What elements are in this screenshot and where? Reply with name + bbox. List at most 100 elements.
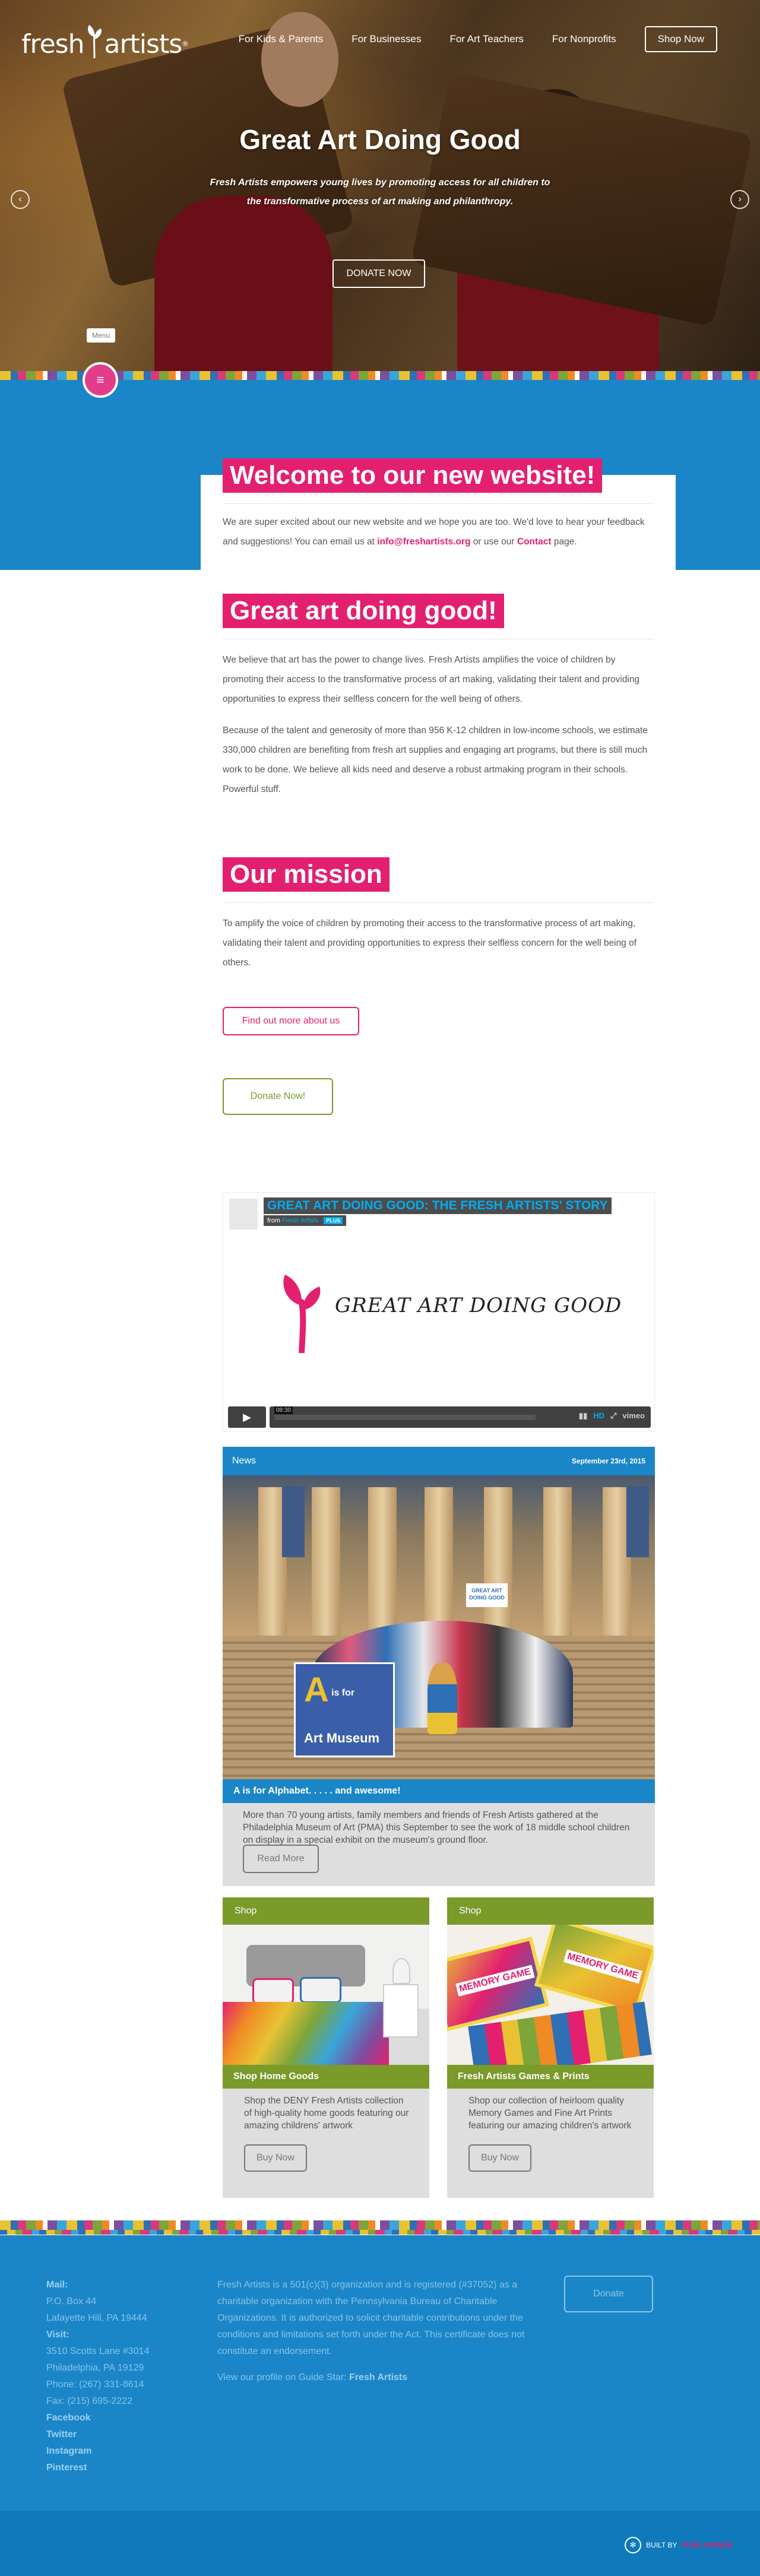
mission-section: Our mission To amplify the voice of chil… — [223, 857, 654, 972]
news-card: News September 23rd, 2015 GREAT ART DOIN… — [223, 1447, 655, 1886]
poster-art-museum: Art Museum — [304, 1731, 380, 1745]
mail-label: Mail: — [46, 2280, 68, 2290]
color-stripe-footer — [0, 2220, 760, 2230]
pillow — [252, 1978, 294, 2004]
video-duration: 08:30 — [274, 1406, 293, 1414]
find-out-more-button[interactable]: Find out more about us — [223, 1007, 359, 1035]
menu-hamburger-icon[interactable]: ≡ — [83, 362, 118, 398]
facebook-link[interactable]: Facebook — [46, 2410, 149, 2426]
menu-tooltip: Menu — [87, 328, 115, 343]
video-progress-bar[interactable]: 08:30 ▮▮ HD ⤢ vimeo — [270, 1406, 651, 1428]
video-player[interactable]: GREAT ART DOING GOOD: THE FRESH ARTISTS'… — [223, 1192, 655, 1432]
shop-card-caption[interactable]: Shop Home Goods — [223, 2065, 429, 2089]
fullscreen-icon[interactable]: ⤢ — [610, 1411, 616, 1421]
built-by-label: BUILT BY — [646, 2541, 677, 2549]
shop-card-text: Shop our collection of heirloom quality … — [468, 2096, 632, 2131]
visit-line-2: Philadelphia, PA 19129 — [46, 2363, 144, 2373]
footer-about: Fresh Artists is a 501(c)(3) organizatio… — [217, 2277, 550, 2386]
twitter-link[interactable]: Twitter — [46, 2426, 149, 2443]
nav-art-teachers[interactable]: For Art Teachers — [449, 33, 523, 45]
welcome-section: Welcome to our new website! We are super… — [223, 458, 654, 552]
site-logo[interactable]: fresh artists ® — [21, 23, 189, 65]
games-prints-photo[interactable]: MEMORY GAME MEMORY GAME — [447, 1925, 654, 2065]
news-photo[interactable]: GREAT ART DOING GOOD A is for Art Museum — [223, 1475, 655, 1779]
mail-line-1: P.O. Box 44 — [46, 2296, 97, 2306]
buy-now-button[interactable]: Buy Now — [468, 2144, 531, 2172]
museum-column — [543, 1487, 572, 1642]
news-label: News — [232, 1456, 256, 1466]
great-art-section: Great art doing good! We believe that ar… — [223, 594, 654, 799]
slider-prev-icon[interactable]: ‹ — [11, 190, 30, 209]
video-plus-badge: PLUS — [324, 1217, 343, 1224]
lamp — [392, 1958, 410, 1984]
builder-logo-icon: ✻ — [625, 2537, 642, 2553]
video-channel-avatar[interactable] — [228, 1197, 259, 1231]
video-play-icon[interactable]: ▶ — [228, 1406, 266, 1428]
built-by-credit[interactable]: ✻ BUILT BY PUNA AVENUE — [625, 2537, 733, 2553]
news-card-header: News September 23rd, 2015 — [223, 1447, 655, 1475]
hero-donate-button[interactable]: DONATE NOW — [332, 259, 425, 288]
pinterest-link[interactable]: Pinterest — [46, 2460, 149, 2476]
email-link[interactable]: info@freshartists.org — [377, 537, 470, 547]
builder-name[interactable]: PUNA AVENUE — [682, 2541, 733, 2549]
pillow — [300, 1977, 341, 2003]
footer-donate-button[interactable]: Donate — [564, 2276, 653, 2312]
guidestar-link[interactable]: Fresh Artists — [349, 2372, 407, 2382]
welcome-text-middle: or use our — [470, 537, 517, 547]
video-user-link[interactable]: Fresh Artists — [282, 1217, 318, 1224]
shop-now-button[interactable]: Shop Now — [644, 26, 717, 52]
hero-subtitle: Fresh Artists empowers young lives by pr… — [210, 178, 550, 207]
vimeo-logo[interactable]: vimeo — [622, 1411, 645, 1421]
memory-game-label: MEMORY GAME — [563, 1949, 642, 1984]
shop-card-caption[interactable]: Fresh Artists Games & Prints — [447, 2065, 654, 2089]
nav-kids-parents[interactable]: For Kids & Parents — [239, 33, 324, 45]
buy-now-button[interactable]: Buy Now — [244, 2144, 307, 2172]
art-duvet — [223, 2002, 389, 2065]
logo-text-artists: artists — [104, 28, 183, 59]
news-caption[interactable]: A is for Alphabet. . . . . and awesome! — [223, 1779, 655, 1803]
nightstand — [383, 1984, 419, 2038]
video-seek-track[interactable] — [274, 1415, 536, 1420]
divider — [223, 503, 654, 504]
welcome-text-end: page. — [551, 537, 577, 547]
poster-letter: A — [304, 1671, 329, 1709]
museum-banner — [282, 1486, 305, 1557]
costume-character — [428, 1663, 457, 1734]
slider-next-icon[interactable]: › — [730, 190, 749, 209]
donate-now-button[interactable]: Donate Now! — [223, 1078, 333, 1115]
hd-toggle[interactable]: HD — [593, 1411, 604, 1421]
museum-banner — [626, 1486, 649, 1557]
guidestar-text: View our profile on Guide Star: — [217, 2372, 350, 2382]
welcome-text: We are super excited about our new websi… — [223, 512, 654, 552]
nav-nonprofits[interactable]: For Nonprofits — [552, 33, 616, 45]
mission-heading: Our mission — [223, 857, 390, 892]
visit-label: Visit: — [46, 2330, 69, 2340]
video-sprout-logo-icon — [283, 1275, 321, 1353]
video-byline: from Fresh Artists PLUS — [264, 1215, 347, 1226]
museum-column — [312, 1487, 340, 1642]
video-control-icons: ▮▮ HD ⤢ vimeo — [579, 1411, 645, 1421]
contact-link[interactable]: Contact — [517, 537, 552, 547]
great-art-heading: Great art doing good! — [223, 594, 504, 628]
home-goods-photo[interactable] — [223, 1925, 429, 2065]
charity-statement: Fresh Artists is a 501(c)(3) organizatio… — [217, 2280, 525, 2356]
video-controls: ▶ 08:30 ▮▮ HD ⤢ vimeo — [228, 1406, 651, 1428]
visit-line-1: 3510 Scotts Lane #3014 — [46, 2346, 150, 2356]
main-nav: For Kids & Parents For Businesses For Ar… — [239, 26, 717, 52]
shop-card-games-prints: Shop MEMORY GAME MEMORY GAME Fresh Artis… — [447, 1897, 654, 2198]
video-from-label: from — [267, 1217, 280, 1224]
memory-game-label: MEMORY GAME — [455, 1965, 535, 1997]
nav-businesses[interactable]: For Businesses — [352, 33, 421, 45]
color-stripe-footer-2 — [0, 2230, 760, 2235]
shop-card-home-goods: Shop Shop Home Goods Shop the DENY Fresh… — [223, 1897, 429, 2198]
shop-card-header: Shop — [447, 1897, 654, 1925]
logo-registered-mark: ® — [182, 40, 189, 48]
museum-column — [368, 1487, 397, 1642]
shop-card-text: Shop the DENY Fresh Artists collection o… — [244, 2096, 409, 2131]
instagram-link[interactable]: Instagram — [46, 2443, 149, 2460]
read-more-button[interactable]: Read More — [243, 1845, 319, 1873]
great-art-sign: GREAT ART DOING GOOD — [466, 1583, 508, 1607]
video-title[interactable]: GREAT ART DOING GOOD: THE FRESH ARTISTS'… — [264, 1197, 612, 1214]
phone-number[interactable]: Phone: (267) 331-8614 — [46, 2379, 144, 2390]
volume-icon[interactable]: ▮▮ — [579, 1411, 587, 1421]
